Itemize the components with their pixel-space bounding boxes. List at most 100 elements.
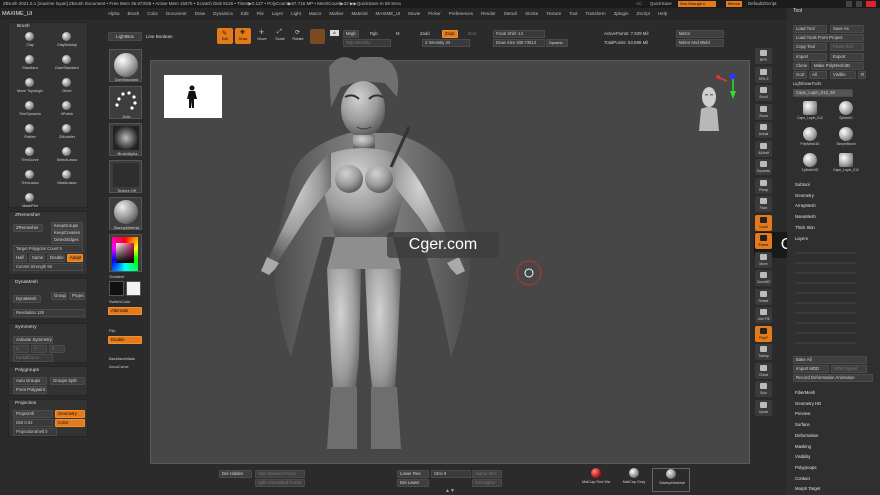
draw-button[interactable]: Draw ✥ <box>235 28 251 44</box>
target-polygons-slider[interactable]: Target Polygons Count 5 <box>13 245 83 253</box>
project-all-button[interactable]: ProjectAll <box>13 410 53 418</box>
brush-standard[interactable]: Standard <box>12 54 48 76</box>
tool-section-contact[interactable]: Contact <box>793 474 873 485</box>
zadd-toggle[interactable]: Zadd <box>420 31 430 36</box>
tool-section-arraymesh[interactable]: ArrayMesh <box>793 201 873 212</box>
move-button[interactable]: Move ✛ <box>254 28 270 44</box>
canvas-viewport[interactable] <box>150 57 750 464</box>
tool-section-masking[interactable]: Masking <box>793 442 873 453</box>
lightbox-tools-button[interactable]: Lightbox▸Tools <box>793 81 821 87</box>
menu-draw[interactable]: Draw <box>191 8 210 20</box>
brush-hpolish[interactable]: hPolish <box>49 100 85 122</box>
toolbar-aahalf-button[interactable]: AAHalf <box>755 140 772 157</box>
brush-flatten[interactable]: Flatten <box>12 123 48 145</box>
copy-tool-button[interactable]: Copy Tool <box>793 43 827 51</box>
tool-section-geometry-hd[interactable]: Geometry HD <box>793 399 873 410</box>
tool-thumb-polymesh3d[interactable]: PolyMesh3D <box>793 126 827 150</box>
half-button[interactable]: Half <box>13 254 27 262</box>
texture-thumbnail[interactable]: Texture Off <box>109 160 142 193</box>
brush-damstandard[interactable]: DamStandard <box>49 54 85 76</box>
detect-edges-toggle[interactable]: DetectEdges <box>51 236 83 244</box>
toolbar-polyf-button[interactable]: PolyF <box>755 325 772 342</box>
menu-stencil[interactable]: Stencil <box>500 8 522 20</box>
toolbar-bpr-button[interactable]: BPR <box>755 48 772 64</box>
toolbar-floor-button[interactable]: Floor <box>755 196 772 212</box>
menu-document[interactable]: Document <box>162 8 191 20</box>
from-polypaint-button[interactable]: From Polypaint <box>13 386 47 394</box>
r-button[interactable]: R <box>858 71 866 79</box>
tool-section-subtool[interactable]: Subtool <box>793 180 873 191</box>
menu-texture[interactable]: Texture <box>542 8 565 20</box>
rgb-intensity-slider[interactable]: Rgb Intensity <box>343 39 391 47</box>
menu-dynamics[interactable]: Dynamics <box>209 8 237 20</box>
menu-zscript[interactable]: Zscript <box>632 8 654 20</box>
del-lower-button[interactable]: Del Lower <box>397 479 429 487</box>
m-toggle[interactable]: M <box>396 31 400 36</box>
double-button[interactable]: Double <box>47 254 65 262</box>
tool-section-preview[interactable]: Preview <box>793 409 873 420</box>
mirror-button[interactable]: Mirror <box>676 30 724 38</box>
menu-tool[interactable]: Tool <box>565 8 581 20</box>
curves-strength-slider[interactable]: Curves Strength 50 <box>13 263 83 271</box>
brush-move[interactable]: Move <box>49 77 85 99</box>
mdd-speed-slider[interactable]: MDD Speed <box>831 365 867 373</box>
menu-marker[interactable]: Marker <box>325 8 347 20</box>
tool-section-layers[interactable]: Layers <box>793 234 873 245</box>
load-tools-from-project-button[interactable]: Load Tools From Project <box>793 34 864 42</box>
live-boolean-toggle[interactable]: Live Boolean <box>146 34 173 39</box>
tool-thumb-sphered[interactable]: SphereD <box>829 100 863 124</box>
brush-zmodeler[interactable]: ZModeler <box>49 123 85 145</box>
split-unmasked-button[interactable]: Split Unmasked Points <box>255 479 305 487</box>
groups-split-button[interactable]: Groups Split <box>50 377 85 385</box>
matcap-red-wax-button[interactable]: MatCap Red Wa <box>578 468 614 492</box>
import-mdd-button[interactable]: Import MDD <box>793 365 829 373</box>
tool-section-fibermesh[interactable]: FiberMesh <box>793 388 873 399</box>
current-brush-thumbnail[interactable]: DamStandard <box>109 49 142 82</box>
menu-maxime-ui[interactable]: MAXIME_UI <box>371 8 404 20</box>
mirror-and-weld-button[interactable]: Mirror And Weld <box>676 39 724 47</box>
dynamesh-button[interactable]: DynaMesh <box>13 295 41 303</box>
adapt-toggle[interactable]: Adapt <box>67 254 83 262</box>
maximize-icon[interactable] <box>856 1 862 7</box>
toolbar-move-button[interactable]: Move <box>755 251 772 268</box>
edit-button[interactable]: Edit ✎ <box>217 28 233 44</box>
del-higher-button[interactable]: Del Higher <box>472 479 502 487</box>
higher-res-button[interactable]: Higher Res <box>472 470 502 478</box>
tool-section-morph-target[interactable]: Morph Target <box>793 484 873 495</box>
color-square[interactable] <box>116 243 134 263</box>
sdiv-slider[interactable]: SDiv 8 <box>431 470 471 478</box>
stroke-thumbnail[interactable]: Dots <box>109 86 142 119</box>
symmetry-x[interactable]: X <box>13 345 29 353</box>
tool-section-surface[interactable]: Surface <box>793 420 873 431</box>
alpha-thumbnail[interactable]: ~BrushAlpha <box>109 123 142 156</box>
menu-preferences[interactable]: Preferences <box>445 8 477 20</box>
polyf-shelf-icon[interactable] <box>310 29 325 44</box>
tool-section-visibility[interactable]: Visibility <box>793 452 873 463</box>
toolbar-zoom-button[interactable]: Zoom <box>755 103 772 120</box>
same-button[interactable]: Same <box>29 254 45 262</box>
rgb-toggle[interactable]: Rgb <box>370 31 378 36</box>
close-icon[interactable] <box>866 1 876 7</box>
menu-stroke[interactable]: Stroke <box>521 8 542 20</box>
import-button[interactable]: Import <box>793 53 827 61</box>
double-toggle[interactable]: Double <box>108 336 142 344</box>
goz-button[interactable]: GoZ <box>793 71 807 79</box>
draw-size-slider[interactable]: Draw Size 300.73513 <box>493 39 545 47</box>
tool-thumb-cylinder3d[interactable]: Cylinder3D <box>793 152 827 176</box>
menu-edit[interactable]: Edit <box>237 8 253 20</box>
default-zscript-button[interactable]: DefaultZScript <box>748 0 777 8</box>
tool-thumb-cape-lupin-012[interactable]: Cape_Lupin_012 <box>829 152 863 176</box>
lightbox-button[interactable]: LightBox <box>108 32 142 41</box>
del-hidden-button[interactable]: Del Hidden <box>219 470 252 478</box>
toolbar-zoom3d-button[interactable]: Zoom3D <box>755 270 772 286</box>
toolbar-frame-button[interactable]: Frame <box>755 233 772 249</box>
navigator-thumbnail[interactable] <box>164 75 222 118</box>
toolbar-actual-button[interactable]: Actual <box>755 122 772 138</box>
geometry-toggle[interactable]: Geometry <box>55 410 85 418</box>
color-picker[interactable] <box>109 234 142 272</box>
make-polymesh3d-button[interactable]: Make PolyMesh3D <box>811 62 864 70</box>
scale-button[interactable]: Scale ⤢ <box>272 28 288 44</box>
switch-color-button[interactable]: SwitchColor <box>109 299 130 304</box>
startup-material-button[interactable]: StartupMaterial <box>652 468 690 492</box>
auto-groups-button[interactable]: Auto Groups <box>13 377 47 385</box>
